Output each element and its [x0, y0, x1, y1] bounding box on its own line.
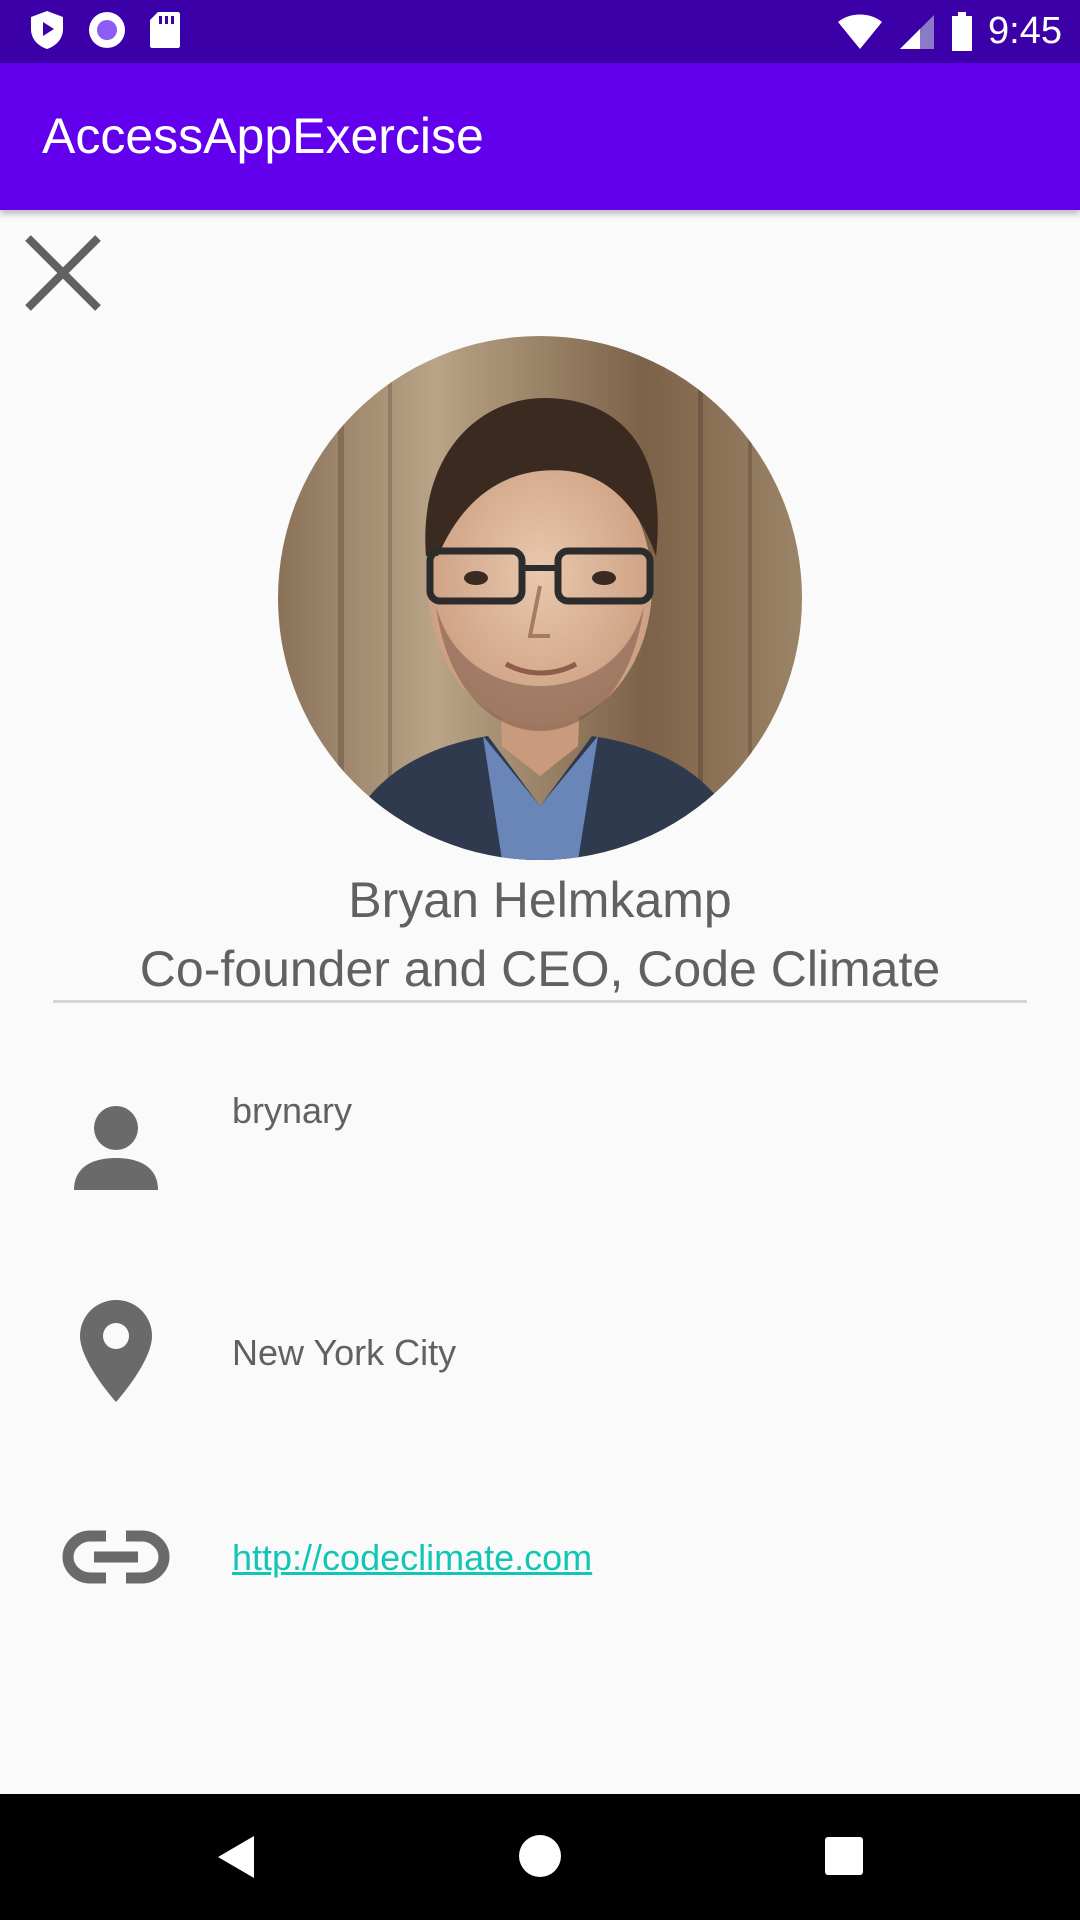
website-link[interactable]: http://codeclimate.com: [232, 1537, 592, 1578]
close-icon: [25, 235, 101, 311]
location-text: New York City: [232, 1332, 457, 1373]
app-bar: AccessAppExercise: [0, 63, 1080, 210]
recents-icon[interactable]: [824, 1836, 864, 1876]
status-time: 9:45: [988, 10, 1062, 52]
play-protect-icon: [31, 11, 63, 49]
link-icon: [62, 1530, 170, 1584]
wifi-icon: [838, 14, 883, 49]
person-icon: [74, 1106, 158, 1190]
profile-name: Bryan Helmkamp: [348, 872, 732, 928]
sd-card-icon: [150, 12, 180, 48]
battery-icon: [952, 11, 973, 51]
home-icon[interactable]: [518, 1834, 562, 1878]
app-title: AccessAppExercise: [42, 108, 484, 164]
cell-signal-icon: [900, 14, 935, 49]
navigation-bar: [0, 1794, 1080, 1920]
back-icon[interactable]: [216, 1834, 256, 1880]
profile-title: Co-founder and CEO, Code Climate: [139, 941, 941, 997]
username-text: brynary: [232, 1090, 353, 1131]
location-pin-icon: [80, 1300, 152, 1402]
status-bar: 9:45: [0, 0, 1080, 63]
record-icon: [89, 12, 125, 48]
divider: [53, 1000, 1027, 1003]
close-button[interactable]: [22, 232, 104, 314]
avatar: [278, 336, 802, 860]
